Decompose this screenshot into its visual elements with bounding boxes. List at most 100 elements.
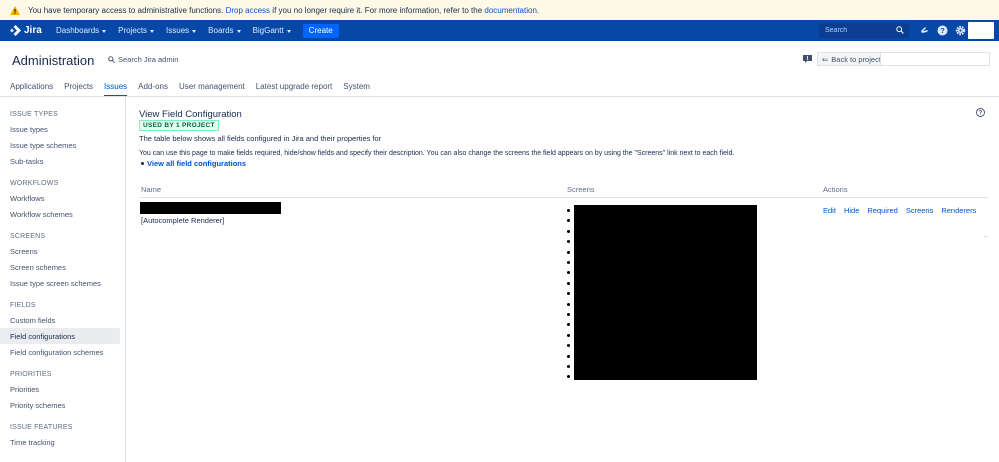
screen-bullet-icon	[567, 365, 570, 368]
user-avatar[interactable]	[968, 22, 994, 39]
screen-bullet-icon	[567, 292, 570, 296]
admin-sidebar: ISSUE TYPES Issue types Issue type schem…	[0, 97, 126, 462]
sidebar-item-issue-type-screen-schemes[interactable]: Issue type screen schemes	[0, 275, 119, 291]
help-icon[interactable]: ?	[937, 25, 948, 36]
sidebar-item-priority-schemes[interactable]: Priority schemes	[0, 397, 119, 413]
documentation-link[interactable]: documentation	[484, 6, 536, 15]
arrow-left-icon: ⇐	[822, 54, 829, 64]
nav-dashboards-label: Dashboards	[56, 26, 100, 35]
screen-bullet-icon	[567, 229, 570, 233]
nav-boards[interactable]: Boards	[202, 20, 246, 41]
drop-access-link[interactable]: Drop access	[226, 6, 270, 15]
configuration-description: The table below shows all fields configu…	[139, 134, 382, 143]
required-action-link[interactable]: Required	[867, 206, 897, 215]
screens-action-link[interactable]: Screens	[906, 206, 934, 215]
nav-boards-label: Boards	[208, 26, 234, 35]
screen-bullet-icon	[567, 261, 570, 264]
banner-text-end: .	[536, 5, 540, 15]
back-to-project-label: Back to project:	[831, 54, 883, 64]
sidebar-section-workflows: WORKFLOWS	[10, 180, 59, 187]
view-all-field-configurations-link[interactable]: View all field configurations	[147, 159, 246, 168]
nav-biggantt-label: BigGantt	[252, 26, 284, 35]
nav-projects[interactable]: Projects	[112, 20, 160, 41]
back-to-project-button[interactable]: ⇐ Back to project:	[817, 52, 990, 66]
sidebar-item-field-configuration-schemes[interactable]: Field configuration schemes	[0, 344, 119, 360]
screen-bullet-icon	[567, 209, 570, 212]
nav-menu: Dashboards Projects Issues Boards BigGan…	[50, 20, 339, 41]
renderers-action-link[interactable]: Renderers	[941, 206, 976, 215]
nav-search-input[interactable]	[825, 27, 890, 34]
tab-add-ons[interactable]: Add-ons	[138, 82, 168, 95]
sidebar-item-priorities[interactable]: Priorities	[0, 381, 119, 397]
edit-action-link[interactable]: Edit	[823, 206, 836, 215]
sidebar-item-workflows[interactable]: Workflows	[0, 190, 119, 206]
bullet-icon	[141, 162, 144, 165]
settings-gear-icon[interactable]	[955, 25, 966, 36]
screen-bullet-icon	[567, 354, 570, 358]
svg-text:?: ?	[940, 26, 945, 35]
feedback-icon[interactable]	[803, 55, 812, 63]
jira-logo[interactable]: Jira	[10, 25, 46, 36]
sidebar-item-screen-schemes[interactable]: Screen schemes	[0, 259, 119, 275]
screen-bullet-icon	[567, 250, 570, 254]
tabs-divider	[0, 96, 999, 97]
column-header-actions: Actions	[823, 185, 848, 194]
project-name-redacted	[880, 52, 990, 66]
nav-biggantt[interactable]: BigGantt	[247, 20, 297, 41]
used-by-project-badge[interactable]: USED BY 1 PROJECT	[139, 120, 219, 131]
banner-text-start: You have temporary access to administrat…	[28, 5, 224, 15]
sidebar-item-sub-tasks[interactable]: Sub-tasks	[0, 153, 119, 169]
question-help-icon[interactable]: ?	[976, 108, 985, 117]
field-renderer: [Autocomplete Renderer]	[141, 216, 225, 225]
sidebar-section-priorities: PRIORITIES	[10, 371, 52, 378]
banner-text-middle: if you no longer require it. For more in…	[272, 5, 483, 15]
chevron-down-icon	[102, 29, 107, 33]
nav-dashboards[interactable]: Dashboards	[50, 20, 112, 41]
column-header-name: Name	[141, 185, 162, 194]
screen-bullet-icon	[567, 219, 570, 223]
tab-latest-upgrade-report[interactable]: Latest upgrade report	[256, 82, 333, 95]
sidebar-item-custom-fields[interactable]: Custom fields	[0, 312, 119, 328]
svg-text:?: ?	[979, 111, 983, 117]
banner-message: You have temporary access to administrat…	[28, 6, 539, 15]
admin-search-input[interactable]	[118, 55, 198, 64]
sidebar-section-issue-types: ISSUE TYPES	[10, 111, 58, 118]
tab-applications[interactable]: Applications	[10, 82, 53, 95]
sidebar-item-issue-type-schemes[interactable]: Issue type schemes	[0, 137, 119, 153]
screen-bullet-icon	[567, 323, 570, 327]
sidebar-item-screens[interactable]: Screens	[0, 243, 119, 259]
nav-search-box[interactable]	[819, 23, 909, 38]
nav-issues-label: Issues	[166, 26, 190, 35]
nav-issues[interactable]: Issues	[160, 20, 202, 41]
tab-projects[interactable]: Projects	[64, 82, 93, 95]
tab-user-management[interactable]: User management	[179, 82, 245, 95]
top-navigation: Jira Dashboards Projects Issues Boards B…	[0, 20, 999, 41]
notifications-icon[interactable]	[919, 25, 930, 36]
admin-tabs: Applications Projects Issues Add-ons Use…	[10, 82, 381, 97]
sidebar-item-workflow-schemes[interactable]: Workflow schemes	[0, 206, 119, 222]
screen-bullet-icon	[567, 302, 570, 306]
sidebar-item-time-tracking[interactable]: Time tracking	[0, 434, 119, 450]
warning-icon	[10, 5, 20, 15]
field-name-redacted	[140, 202, 281, 214]
jira-logo-icon	[10, 25, 21, 36]
admin-access-banner: You have temporary access to administrat…	[0, 0, 999, 20]
tab-system[interactable]: System	[343, 82, 370, 95]
screen-bullet-icon	[567, 375, 570, 379]
search-icon[interactable]	[896, 26, 904, 34]
tab-issues[interactable]: Issues	[104, 82, 128, 97]
sidebar-item-field-configurations[interactable]: Field configurations	[0, 328, 120, 344]
chevron-down-icon	[150, 29, 155, 33]
sidebar-section-fields: FIELDS	[10, 302, 36, 309]
screen-bullet-icon	[567, 313, 570, 316]
hide-action-link[interactable]: Hide	[844, 206, 859, 215]
screen-bullet-icon	[567, 344, 570, 348]
nav-projects-label: Projects	[118, 26, 148, 35]
admin-search[interactable]	[108, 55, 198, 64]
configuration-help-text: You can use this page to make fields req…	[139, 150, 735, 157]
screen-bullet-icon	[567, 271, 570, 275]
view-all-field-configurations-item[interactable]: View all field configurations	[141, 159, 246, 168]
create-button[interactable]: Create	[302, 23, 339, 38]
page-title: Administration	[12, 53, 95, 68]
sidebar-item-issue-types[interactable]: Issue types	[0, 121, 119, 137]
